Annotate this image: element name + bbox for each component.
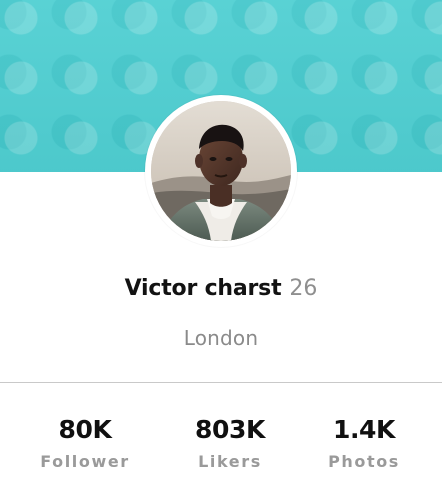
profile-name-row: Victor charst 26 [0, 276, 442, 301]
likers-count: 803K [195, 415, 265, 444]
profile-card: Victor charst 26 London 80K Follower 803K… [0, 0, 442, 480]
profile-location: London [183, 326, 259, 350]
stat-likers[interactable]: 803K Likers [170, 414, 290, 472]
stat-followers[interactable]: 80K Follower [25, 414, 145, 472]
avatar[interactable] [145, 95, 297, 247]
profile-age: 26 [289, 276, 318, 301]
photos-label: Photos [328, 452, 400, 471]
photos-count: 1.4K [332, 415, 396, 444]
avatar-photo [151, 101, 291, 241]
stat-photos[interactable]: 1.4K Photos [304, 414, 424, 472]
stats-divider [0, 382, 442, 383]
profile-stats: 80K Follower 803K Likers 1.4K Photos [0, 414, 442, 474]
followers-count: 80K [58, 415, 112, 444]
likers-label: Likers [198, 452, 262, 471]
followers-label: Follower [40, 452, 130, 471]
profile-name: Victor charst [124, 276, 282, 301]
profile-photo-icon [151, 101, 291, 241]
